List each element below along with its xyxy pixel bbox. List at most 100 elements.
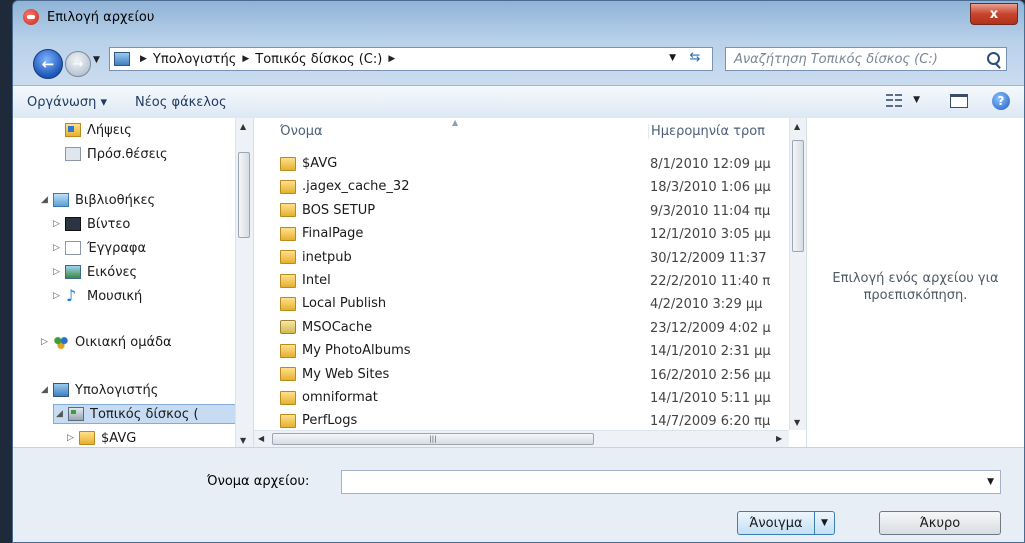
file-row[interactable]: inetpub 30/12/2009 11:37 (254, 246, 789, 269)
file-row[interactable]: MSOCache 23/12/2009 4:02 μ (254, 316, 789, 339)
breadcrumb-computer[interactable]: Υπολογιστής (153, 52, 236, 67)
scroll-up-icon[interactable]: ▲ (240, 122, 246, 131)
cancel-button[interactable]: Άκυρο (879, 511, 1001, 535)
navigation-scrollbar[interactable]: ▲ ▼ (235, 118, 253, 447)
folder-icon (79, 431, 95, 445)
sidebar-item-documents[interactable]: ▷ Έγγραφα (53, 238, 146, 258)
title-bar[interactable]: Επιλογή αρχείου x (13, 1, 1024, 33)
collapse-arrow-icon[interactable]: ◢ (41, 385, 53, 395)
filename-dropdown-icon[interactable]: ▼ (987, 477, 994, 487)
sidebar-item-label: Υπολογιστής (75, 382, 159, 398)
scrollbar-thumb[interactable]: ||| (272, 433, 594, 445)
expand-arrow-icon[interactable]: ▷ (53, 267, 65, 277)
file-date-modified: 30/12/2009 11:37 (650, 250, 767, 266)
sidebar-item-libraries[interactable]: ◢ Βιβλιοθήκες (41, 190, 155, 210)
file-name-text: PerfLogs (302, 413, 358, 429)
scroll-right-icon[interactable]: ▶ (776, 434, 782, 443)
address-dropdown-icon[interactable]: ▼ (669, 53, 676, 63)
file-row[interactable]: Intel 22/2/2010 11:40 π (254, 269, 789, 292)
libraries-icon (53, 193, 69, 207)
scrollbar-thumb[interactable] (792, 140, 804, 252)
preview-message: Επιλογή ενός αρχείου για προεπισκόπηση. (807, 270, 1024, 304)
navigation-pane: Λήψεις Πρόσ.θέσεις ◢ Βιβλιοθήκες ▷ Βίντεο … (13, 118, 254, 447)
file-name: PerfLogs (280, 413, 357, 428)
sidebar-item-homegroup[interactable]: ▷ Οικιακή ομάδα (41, 332, 172, 352)
file-row[interactable]: My PhotoAlbums 14/1/2010 2:31 μμ (254, 339, 789, 362)
file-row[interactable]: .jagex_cache_32 18/3/2010 1:06 μμ (254, 175, 789, 198)
breadcrumb-local-disk[interactable]: Τοπικός δίσκος (C:) (255, 52, 382, 67)
downloads-icon (65, 123, 81, 137)
open-button[interactable]: Άνοιγμα ▼ (737, 511, 835, 535)
app-icon (23, 9, 39, 25)
column-header-date-modified[interactable]: Ημερομηνία τροπ (648, 124, 777, 139)
close-button[interactable]: x (970, 3, 1018, 25)
sidebar-item-videos[interactable]: ▷ Βίντεο (53, 214, 130, 234)
file-list-header: ▲ Όνομα Ημερομηνία τροπ (254, 118, 789, 144)
expand-arrow-icon[interactable]: ▷ (53, 291, 65, 301)
sidebar-item-label: Βιβλιοθήκες (75, 192, 156, 208)
computer-icon (53, 383, 69, 397)
sidebar-item-computer[interactable]: ◢ Υπολογιστής (41, 380, 158, 400)
breadcrumb-separator-icon[interactable]: ▶ (388, 54, 395, 64)
organize-button[interactable]: Οργάνωση ▾ (27, 95, 107, 110)
scroll-down-icon[interactable]: ▼ (794, 418, 800, 427)
breadcrumb-separator-icon[interactable]: ▶ (140, 54, 147, 64)
expand-arrow-icon[interactable]: ▷ (53, 243, 65, 253)
back-button[interactable]: ← (33, 49, 63, 79)
file-list-pane: ▲ Όνομα Ημερομηνία τροπ $AVG 8/1/2010 12:… (254, 118, 807, 448)
open-options-dropdown-icon[interactable]: ▼ (814, 512, 834, 534)
file-list-horizontal-scrollbar[interactable]: ◀ ||| ▶ (254, 430, 789, 448)
file-row[interactable]: BOS SETUP 9/3/2010 11:04 πμ (254, 199, 789, 222)
file-name-text: Intel (302, 273, 331, 288)
expand-arrow-icon[interactable]: ▷ (67, 433, 79, 443)
search-input[interactable]: Αναζήτηση Τοπικός δίσκος (C:) (725, 47, 1007, 71)
help-icon[interactable]: ? (992, 92, 1010, 110)
file-name: MSOCache (280, 320, 372, 335)
forward-button[interactable]: → (65, 51, 91, 77)
file-row[interactable]: FinalPage 12/1/2010 3:05 μμ (254, 222, 789, 245)
refresh-icon[interactable]: ⇆ (684, 50, 706, 68)
file-name: .jagex_cache_32 (280, 179, 409, 194)
file-name-text: FinalPage (302, 226, 364, 242)
collapse-arrow-icon[interactable]: ◢ (41, 195, 53, 205)
breadcrumb-separator-icon[interactable]: ▶ (242, 54, 249, 64)
file-name-text: inetpub (302, 249, 352, 265)
scroll-up-icon[interactable]: ▲ (794, 122, 800, 131)
expand-arrow-icon[interactable]: ▷ (41, 337, 53, 347)
sidebar-item-downloads[interactable]: Λήψεις (65, 120, 132, 140)
file-row[interactable]: My Web Sites 16/2/2010 2:56 μμ (254, 363, 789, 386)
sidebar-item-avg[interactable]: ▷ $AVG (67, 428, 136, 448)
file-name: inetpub (280, 250, 352, 265)
sidebar-item-recent-places[interactable]: Πρόσ.θέσεις (65, 144, 168, 164)
file-row[interactable]: PerfLogs 14/7/2009 6:20 πμ (254, 409, 789, 432)
search-icon[interactable] (987, 52, 1000, 65)
new-folder-button[interactable]: Νέος φάκελος (135, 95, 227, 110)
change-view-icon[interactable] (886, 94, 902, 108)
preview-pane-icon[interactable] (950, 94, 968, 108)
sidebar-item-local-disk[interactable]: ◢ Τοπικός δίσκος ( (53, 404, 237, 424)
sidebar-item-label: Οικιακή ομάδα (75, 334, 172, 350)
sidebar-item-pictures[interactable]: ▷ Εικόνες (53, 262, 137, 282)
scroll-down-icon[interactable]: ▼ (240, 436, 246, 445)
folder-icon (280, 367, 296, 382)
folder-icon (280, 156, 296, 171)
recent-pages-dropdown-icon[interactable]: ▼ (93, 55, 100, 65)
scroll-left-icon[interactable]: ◀ (258, 434, 264, 443)
file-row[interactable]: $AVG 8/1/2010 12:09 μμ (254, 152, 789, 175)
sidebar-item-music[interactable]: ▷ Μουσική (53, 286, 142, 306)
file-date-modified: 9/3/2010 11:04 πμ (650, 203, 771, 219)
file-row[interactable]: omniformat 14/1/2010 5:11 μμ (254, 386, 789, 409)
file-name: My Web Sites (280, 367, 389, 382)
file-dialog-window: Επιλογή αρχείου x ← → ▼ ▶ Υπολογιστής ▶ … (12, 0, 1025, 543)
file-list-vertical-scrollbar[interactable]: ▲ ▼ (789, 118, 807, 430)
collapse-arrow-icon[interactable]: ◢ (56, 409, 68, 419)
column-header-name[interactable]: Όνομα (280, 124, 323, 139)
view-options-dropdown-icon[interactable]: ▼ (913, 95, 920, 105)
file-date-modified: 14/7/2009 6:20 πμ (650, 414, 771, 430)
file-row[interactable]: Local Publish 4/2/2010 3:29 μμ (254, 292, 789, 315)
expand-arrow-icon[interactable]: ▷ (53, 219, 65, 229)
navigation-bar: ← → ▼ ▶ Υπολογιστής ▶ Τοπικός δίσκος (C:… (13, 41, 1024, 81)
scrollbar-thumb[interactable] (238, 152, 250, 238)
address-bar[interactable]: ▶ Υπολογιστής ▶ Τοπικός δίσκος (C:) ▶ ▼ … (109, 47, 713, 71)
filename-input[interactable]: ▼ (341, 470, 1001, 494)
